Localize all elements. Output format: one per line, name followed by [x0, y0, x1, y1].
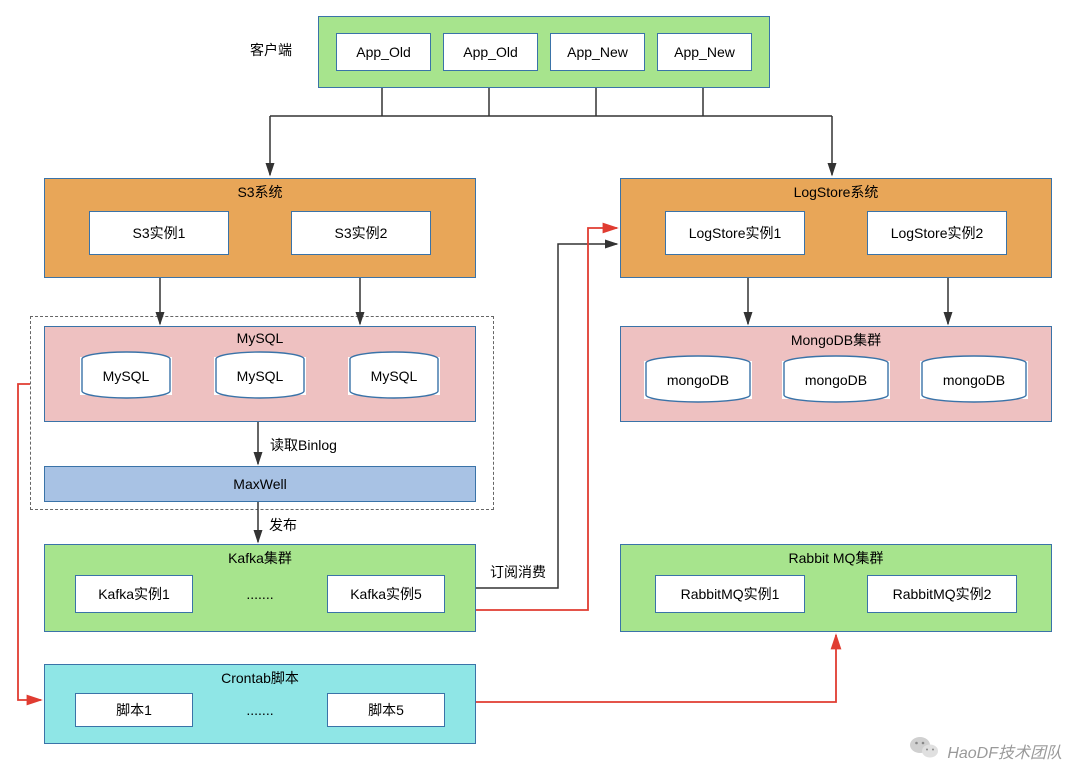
maxwell-box: MaxWell [44, 466, 476, 502]
app-box: App_New [657, 33, 752, 71]
client-container: App_Old App_Old App_New App_New [318, 16, 770, 88]
kafka-instance: Kafka实例5 [327, 575, 445, 613]
maxwell-label: MaxWell [233, 476, 286, 492]
crontab-title: Crontab脚本 [45, 665, 475, 691]
logstore-instance: LogStore实例1 [665, 211, 805, 255]
logstore-title: LogStore系统 [621, 179, 1051, 205]
kafka-instance: Kafka实例1 [75, 575, 193, 613]
crontab-script: 脚本1 [75, 693, 193, 727]
kafka-title: Kafka集群 [45, 545, 475, 571]
mysql-node: MySQL [214, 357, 306, 395]
mongodb-node: mongoDB [920, 361, 1028, 399]
mysql-node: MySQL [80, 357, 172, 395]
kafka-ellipsis: ....... [215, 586, 305, 602]
s3-container: S3系统 S3实例1 S3实例2 [44, 178, 476, 278]
edge-subscribe: 订阅消费 [490, 562, 546, 582]
app-box: App_Old [336, 33, 431, 71]
edge-read-binlog: 读取Binlog [270, 435, 337, 455]
s3-title: S3系统 [45, 179, 475, 205]
logstore-instance: LogStore实例2 [867, 211, 1007, 255]
logstore-container: LogStore系统 LogStore实例1 LogStore实例2 [620, 178, 1052, 278]
mongodb-node: mongoDB [644, 361, 752, 399]
rabbitmq-instance: RabbitMQ实例1 [655, 575, 805, 613]
app-box: App_Old [443, 33, 538, 71]
kafka-container: Kafka集群 Kafka实例1 ....... Kafka实例5 [44, 544, 476, 632]
s3-instance: S3实例2 [291, 211, 431, 255]
rabbitmq-title: Rabbit MQ集群 [621, 545, 1051, 571]
crontab-ellipsis: ....... [215, 702, 305, 718]
mysql-title: MySQL [45, 327, 475, 349]
watermark: HaoDF技术团队 [909, 735, 1062, 766]
mongodb-container: MongoDB集群 mongoDB mongoDB mongoDB [620, 326, 1052, 422]
mongodb-node: mongoDB [782, 361, 890, 399]
rabbitmq-container: Rabbit MQ集群 RabbitMQ实例1 RabbitMQ实例2 [620, 544, 1052, 632]
mongodb-title: MongoDB集群 [621, 327, 1051, 353]
mysql-node: MySQL [348, 357, 440, 395]
s3-instance: S3实例1 [89, 211, 229, 255]
rabbitmq-instance: RabbitMQ实例2 [867, 575, 1017, 613]
wechat-icon [909, 735, 939, 766]
edge-publish: 发布 [269, 515, 297, 535]
crontab-container: Crontab脚本 脚本1 ....... 脚本5 [44, 664, 476, 744]
crontab-script: 脚本5 [327, 693, 445, 727]
watermark-text: HaoDF技术团队 [947, 739, 1062, 763]
app-box: App_New [550, 33, 645, 71]
client-label: 客户端 [250, 40, 310, 60]
mysql-container: MySQL MySQL MySQL MySQL [44, 326, 476, 422]
